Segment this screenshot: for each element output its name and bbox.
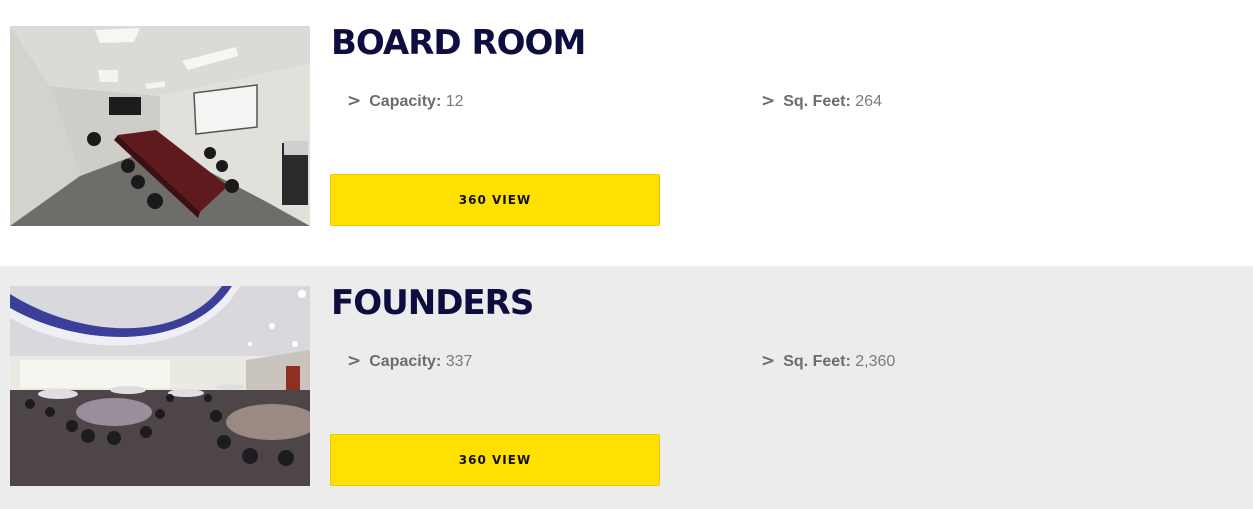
capacity-value: 337 (445, 353, 473, 370)
capacity-spec: > Capacity: 337 (347, 351, 472, 372)
chevron-right-icon: > (347, 91, 362, 111)
room-card-founders: FOUNDERS > Capacity: 337 > Sq. Feet: 2,360… (0, 266, 1253, 509)
square-feet-value: 264 (855, 93, 882, 110)
capacity-label: Capacity: (369, 93, 442, 110)
room-card-board-room: BOARD ROOM > Capacity: 12 > Sq. Feet: 264 … (0, 0, 1253, 266)
square-feet-label: Sq. Feet: (783, 93, 851, 110)
square-feet-value: 2,360 (855, 353, 896, 370)
capacity-label: Capacity: (369, 353, 442, 370)
capacity-value: 12 (445, 93, 464, 110)
square-feet-spec: > Sq. Feet: 2,360 (761, 351, 895, 372)
square-feet-spec: > Sq. Feet: 264 (761, 91, 882, 112)
360-view-button[interactable]: 360 VIEW (330, 174, 660, 226)
room-title: FOUNDERS (331, 283, 534, 323)
board-room-photo (10, 26, 310, 226)
room-title: BOARD ROOM (331, 23, 586, 63)
360-view-button[interactable]: 360 VIEW (330, 434, 660, 486)
founders-room-photo (10, 286, 310, 486)
chevron-right-icon: > (761, 91, 776, 111)
chevron-right-icon: > (347, 351, 362, 371)
capacity-spec: > Capacity: 12 (347, 91, 464, 112)
chevron-right-icon: > (761, 351, 776, 371)
square-feet-label: Sq. Feet: (783, 353, 851, 370)
